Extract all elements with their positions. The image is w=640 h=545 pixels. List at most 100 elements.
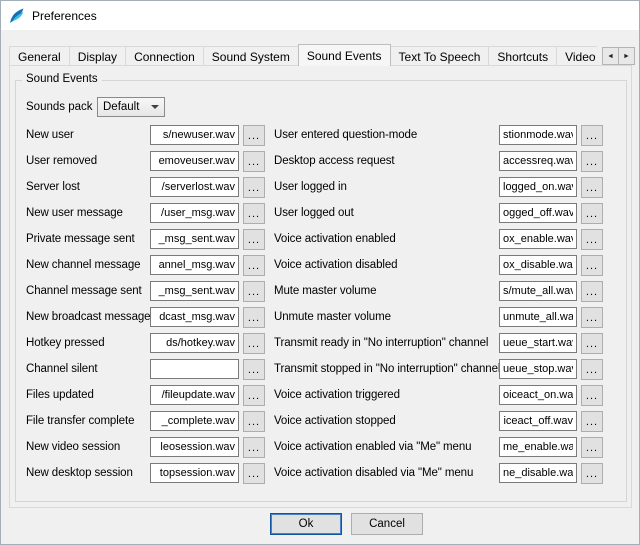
tab-general[interactable]: General [9, 46, 70, 66]
browse-button[interactable]: ... [581, 385, 603, 406]
chevron-down-icon [151, 105, 159, 109]
sounds-pack-label: Sounds pack [26, 101, 93, 113]
sound-event-file-input[interactable] [150, 307, 239, 327]
sound-event-file-input[interactable] [150, 177, 239, 197]
tab-scroll-left-button[interactable]: ◄ [602, 47, 619, 65]
browse-button[interactable]: ... [243, 177, 265, 198]
sound-event-row: Server lost... [26, 176, 272, 202]
sound-event-file-input[interactable] [499, 125, 577, 145]
tab-connection[interactable]: Connection [125, 46, 204, 66]
sounds-pack-value: Default [103, 101, 139, 113]
sound-event-file-input[interactable] [150, 151, 239, 171]
sound-event-file-input[interactable] [150, 281, 239, 301]
browse-button[interactable]: ... [243, 203, 265, 224]
browse-button[interactable]: ... [581, 281, 603, 302]
browse-button[interactable]: ... [243, 463, 265, 484]
sound-event-label: New channel message [26, 259, 140, 271]
sound-event-row: User logged out... [274, 202, 610, 228]
browse-button[interactable]: ... [581, 463, 603, 484]
sound-event-file-input[interactable] [150, 203, 239, 223]
browse-button[interactable]: ... [581, 177, 603, 198]
sound-event-row: User removed... [26, 150, 272, 176]
browse-button[interactable]: ... [581, 359, 603, 380]
sound-event-file-input[interactable] [150, 385, 239, 405]
sound-event-file-input[interactable] [499, 177, 577, 197]
sound-event-label: Hotkey pressed [26, 337, 105, 349]
sound-event-file-input[interactable] [499, 437, 577, 457]
titlebar[interactable]: Preferences [1, 1, 639, 30]
browse-button[interactable]: ... [243, 307, 265, 328]
browse-button[interactable]: ... [581, 411, 603, 432]
sound-event-file-input[interactable] [499, 411, 577, 431]
browse-button[interactable]: ... [581, 437, 603, 458]
sound-event-file-input[interactable] [499, 307, 577, 327]
browse-button[interactable]: ... [581, 255, 603, 276]
sound-event-row: Voice activation stopped... [274, 410, 610, 436]
sound-event-row: Voice activation triggered... [274, 384, 610, 410]
browse-button[interactable]: ... [243, 333, 265, 354]
sound-event-row: New channel message... [26, 254, 272, 280]
tab-display[interactable]: Display [69, 46, 126, 66]
sound-event-row: Desktop access request... [274, 150, 610, 176]
browse-button[interactable]: ... [581, 307, 603, 328]
browse-button[interactable]: ... [243, 411, 265, 432]
browse-button[interactable]: ... [581, 151, 603, 172]
browse-button[interactable]: ... [581, 333, 603, 354]
tab-bar: GeneralDisplayConnectionSound SystemSoun… [9, 43, 597, 66]
sound-events-group: Sound Events Sounds pack Default New use… [15, 80, 627, 502]
sound-event-file-input[interactable] [499, 463, 577, 483]
sound-event-label: User entered question-mode [274, 129, 417, 141]
sound-event-row: New desktop session... [26, 462, 272, 488]
browse-button[interactable]: ... [243, 255, 265, 276]
sound-event-label: Voice activation triggered [274, 389, 400, 401]
browse-button[interactable]: ... [243, 281, 265, 302]
sound-event-row: Voice activation enabled via "Me" menu..… [274, 436, 610, 462]
sound-event-file-input[interactable] [150, 359, 239, 379]
sound-event-file-input[interactable] [499, 203, 577, 223]
window-title: Preferences [32, 9, 97, 23]
sound-event-label: New user [26, 129, 74, 141]
sound-event-file-input[interactable] [150, 463, 239, 483]
tab-sound-system[interactable]: Sound System [203, 46, 299, 66]
ok-button[interactable]: Ok [270, 513, 342, 535]
browse-button[interactable]: ... [243, 125, 265, 146]
sounds-pack-select[interactable]: Default [97, 97, 165, 117]
browse-button[interactable]: ... [581, 125, 603, 146]
tab-shortcuts[interactable]: Shortcuts [488, 46, 557, 66]
sound-event-row: Voice activation enabled... [274, 228, 610, 254]
browse-button[interactable]: ... [581, 203, 603, 224]
sound-event-file-input[interactable] [150, 255, 239, 275]
sound-event-label: Voice activation enabled [274, 233, 396, 245]
sound-event-file-input[interactable] [499, 229, 577, 249]
events-left-column: New user...User removed...Server lost...… [26, 124, 272, 488]
tab-video[interactable]: Video [556, 46, 597, 66]
browse-button[interactable]: ... [243, 385, 265, 406]
sound-event-file-input[interactable] [150, 437, 239, 457]
sound-event-row: Unmute master volume... [274, 306, 610, 332]
sound-event-file-input[interactable] [150, 125, 239, 145]
sound-event-label: Voice activation disabled via "Me" menu [274, 467, 473, 479]
browse-button[interactable]: ... [243, 359, 265, 380]
app-logo-icon [9, 8, 25, 24]
sound-event-file-input[interactable] [499, 281, 577, 301]
cancel-button[interactable]: Cancel [351, 513, 423, 535]
sound-event-file-input[interactable] [499, 333, 577, 353]
browse-button[interactable]: ... [581, 229, 603, 250]
sound-event-file-input[interactable] [499, 385, 577, 405]
sound-event-file-input[interactable] [499, 151, 577, 171]
tab-text-to-speech[interactable]: Text To Speech [390, 46, 490, 66]
sound-event-label: Private message sent [26, 233, 135, 245]
sound-event-file-input[interactable] [150, 411, 239, 431]
browse-button[interactable]: ... [243, 151, 265, 172]
sound-event-file-input[interactable] [499, 359, 577, 379]
browse-button[interactable]: ... [243, 437, 265, 458]
tab-sound-events[interactable]: Sound Events [298, 44, 391, 66]
sound-event-label: Files updated [26, 389, 94, 401]
sound-event-file-input[interactable] [150, 229, 239, 249]
browse-button[interactable]: ... [243, 229, 265, 250]
sound-event-file-input[interactable] [150, 333, 239, 353]
sound-event-file-input[interactable] [499, 255, 577, 275]
tab-scroll-right-button[interactable]: ► [618, 47, 635, 65]
sound-event-row: Transmit ready in "No interruption" chan… [274, 332, 610, 358]
sound-event-row: Transmit stopped in "No interruption" ch… [274, 358, 610, 384]
